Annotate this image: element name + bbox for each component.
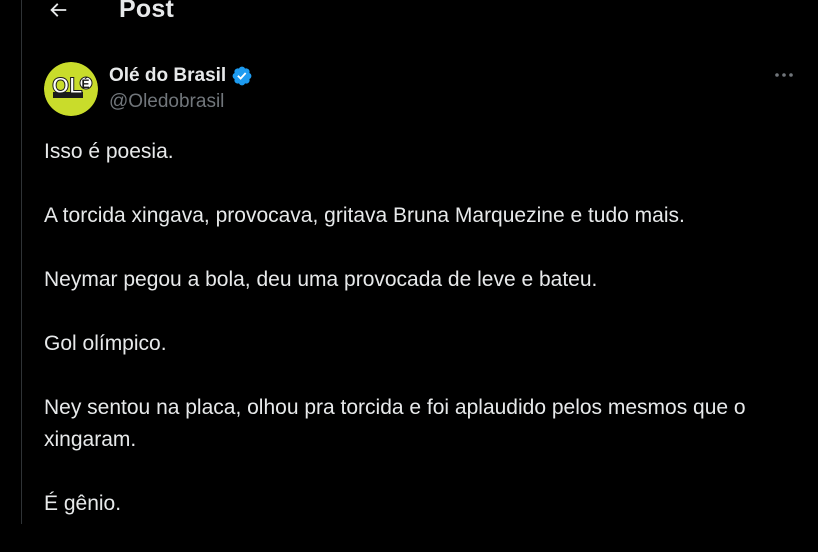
more-options-button[interactable] xyxy=(772,66,796,84)
author-name[interactable]: Olé do Brasil xyxy=(109,65,226,87)
tweet-text: Isso é poesia. A torcida xingava, provoc… xyxy=(44,136,784,552)
tweet-paragraph: Gol olímpico. xyxy=(44,332,167,355)
arrow-left-icon xyxy=(50,3,67,17)
back-button[interactable] xyxy=(44,0,72,24)
ole-logo-avatar: OL É xyxy=(44,62,98,116)
avatar[interactable]: OL É xyxy=(44,62,98,116)
author-block: Olé do Brasil @Oledobrasil xyxy=(109,64,253,113)
author-handle[interactable]: @Oledobrasil xyxy=(109,91,253,113)
tweet-paragraph: Neymar pegou a bola, deu uma provocada d… xyxy=(44,268,598,291)
svg-text:OL: OL xyxy=(52,73,83,98)
post-header: Post xyxy=(22,0,818,26)
tweet-paragraph: Isso é poesia. xyxy=(44,140,174,163)
tweet-paragraph: É gênio. xyxy=(44,492,122,515)
ellipsis-icon xyxy=(775,73,793,77)
verified-badge-icon[interactable] xyxy=(231,65,253,87)
page-title: Post xyxy=(119,0,174,23)
tweet-paragraph: A torcida xingava, provocava, gritava Br… xyxy=(44,204,685,227)
author-name-row: Olé do Brasil xyxy=(109,64,253,88)
post-column: Post OL É Olé do Brasil @Oledobrasil Iss… xyxy=(21,0,818,524)
svg-text:É: É xyxy=(82,76,90,91)
tweet-paragraph: Ney sentou na placa, olhou pra torcida e… xyxy=(44,396,746,451)
